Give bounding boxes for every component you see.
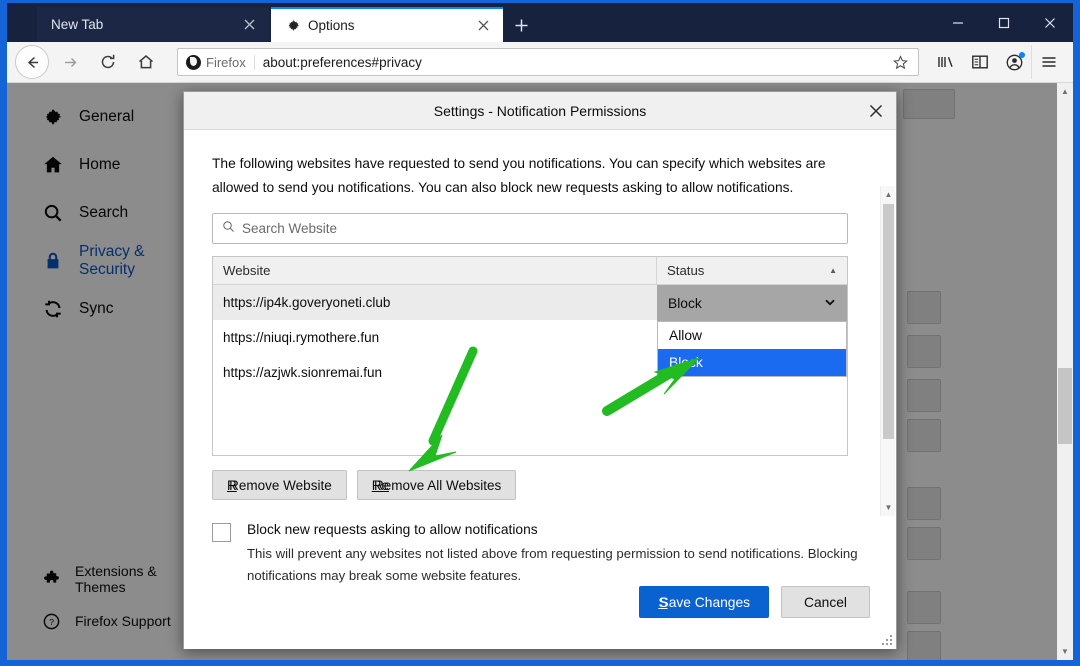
maximize-button[interactable] (981, 3, 1027, 42)
new-tab-button[interactable] (507, 11, 535, 39)
forward-icon[interactable] (53, 45, 87, 79)
identity-label: Firefox (206, 54, 246, 70)
block-new-requests-label: Block new requests asking to allow notif… (247, 522, 538, 538)
row-website: https://niuqi.rymothere.fun (223, 330, 380, 346)
cancel-button[interactable]: Cancel (781, 586, 870, 618)
dropdown-option-block[interactable]: Block (658, 349, 846, 377)
page-scroll-thumb[interactable] (1058, 368, 1072, 444)
url-text[interactable]: about:preferences#privacy (263, 55, 888, 70)
home-icon[interactable] (129, 45, 163, 79)
remove-website-button[interactable]: R Remove Website (212, 470, 347, 501)
table-actions: R Remove Website Re Remove All Websites (212, 470, 870, 501)
close-icon[interactable] (862, 97, 890, 125)
block-new-requests-row: Block new requests asking to allow notif… (212, 522, 862, 585)
close-icon[interactable] (239, 15, 259, 35)
browser-window: New Tab Options Firefox about:preference… (0, 0, 1080, 666)
status-select[interactable]: Block (657, 285, 847, 322)
star-icon[interactable] (888, 54, 912, 70)
window-controls (935, 3, 1073, 42)
identity-box[interactable]: Firefox (186, 54, 255, 70)
resize-grip[interactable] (881, 633, 893, 645)
sidebar-icon[interactable] (963, 45, 997, 79)
firefox-logo-icon (186, 54, 201, 70)
remove-website-button-label: Remove Website (229, 477, 332, 493)
close-window-button[interactable] (1027, 3, 1073, 42)
scroll-down-icon[interactable]: ▼ (881, 499, 896, 516)
remove-all-websites-button[interactable]: Re Remove All Websites (356, 470, 517, 501)
dialog-body: The following websites have requested to… (184, 130, 896, 649)
remove-all-websites-button-label: Remove All Websites (373, 477, 502, 493)
tab-options-label: Options (308, 18, 355, 33)
scroll-down-icon[interactable]: ▼ (1057, 643, 1073, 660)
tab-new-tab-label: New Tab (51, 17, 104, 32)
dialog-scrollbar[interactable]: ▲ ▼ (880, 186, 895, 516)
hamburger-menu-icon[interactable] (1031, 45, 1065, 79)
window-inner: New Tab Options Firefox about:preference… (7, 3, 1073, 660)
dialog-intro-text: The following websites have requested to… (212, 156, 826, 195)
reload-icon[interactable] (91, 45, 125, 79)
navigation-toolbar: Firefox about:preferences#privacy (7, 42, 1073, 83)
dialog-footer: S Save Changes Cancel (639, 586, 870, 618)
chevron-down-icon (824, 296, 836, 311)
dropdown-option-allow[interactable]: Allow (658, 322, 846, 349)
save-changes-button[interactable]: S Save Changes (639, 586, 770, 618)
column-header-status-label: Status (667, 263, 705, 279)
column-header-status[interactable]: Status ▲ (657, 257, 847, 284)
search-input[interactable]: Search Website (212, 213, 848, 245)
search-placeholder: Search Website (242, 221, 338, 237)
tab-new-tab[interactable]: New Tab (37, 7, 269, 42)
row-website: https://azjwk.sionremai.fun (223, 365, 383, 381)
notification-permissions-dialog: Settings - Notification Permissions The … (183, 91, 897, 649)
sort-ascending-icon: ▲ (829, 266, 837, 276)
dialog-title: Settings - Notification Permissions (433, 102, 647, 119)
column-header-website-label: Website (223, 263, 271, 279)
column-header-website[interactable]: Website (213, 257, 657, 285)
search-icon (222, 220, 235, 238)
gear-icon (285, 18, 301, 34)
account-notification-badge (1019, 52, 1025, 58)
save-changes-button-label: Save Changes (659, 594, 751, 610)
permissions-table: Website Status ▲ https://ip4k.goveryonet… (212, 256, 848, 457)
close-icon[interactable] (473, 16, 493, 36)
tab-options[interactable]: Options (271, 7, 503, 42)
table-header: Website Status ▲ (213, 257, 847, 286)
tab-strip: New Tab Options (7, 3, 1073, 42)
search-row: Search Website (212, 213, 848, 245)
scroll-up-icon[interactable]: ▲ (881, 186, 896, 203)
minimize-button[interactable] (935, 3, 981, 42)
block-new-requests-text: Block new requests asking to allow notif… (247, 522, 879, 585)
account-icon[interactable] (997, 45, 1031, 79)
status-select-value: Block (668, 295, 702, 311)
block-new-requests-checkbox[interactable] (212, 523, 231, 543)
status-select-dropdown: Allow Block (657, 321, 847, 378)
library-icon[interactable] (929, 45, 963, 79)
url-bar[interactable]: Firefox about:preferences#privacy (177, 48, 919, 76)
dropdown-option-label: Block (669, 355, 703, 371)
cancel-button-label: Cancel (804, 594, 847, 610)
page-scrollbar[interactable]: ▲ ▼ (1057, 83, 1073, 660)
dialog-titlebar: Settings - Notification Permissions (184, 92, 896, 130)
scroll-up-icon[interactable]: ▲ (1057, 83, 1073, 100)
dropdown-option-label: Allow (669, 328, 702, 344)
dialog-scroll-thumb[interactable] (883, 204, 894, 439)
row-website: https://ip4k.goveryoneti.club (223, 295, 391, 311)
block-new-requests-description: This will prevent any websites not liste… (247, 546, 858, 583)
back-icon[interactable] (15, 45, 49, 79)
